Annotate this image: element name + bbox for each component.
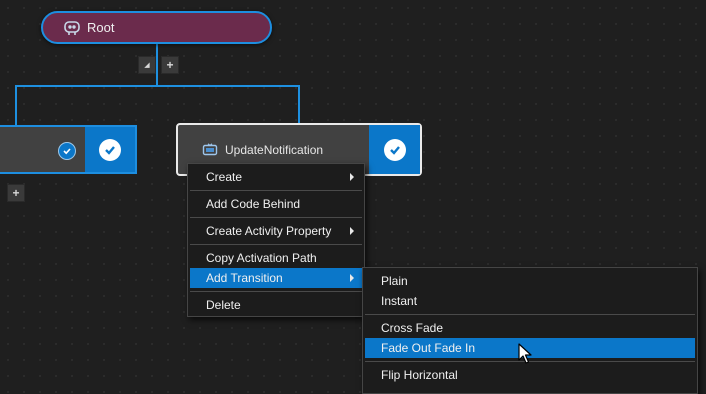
plus-icon: + — [166, 58, 174, 72]
connector-vertical-root — [156, 44, 158, 86]
menu-separator — [190, 244, 362, 245]
menu-item-add-code-behind[interactable]: Add Code Behind — [190, 194, 362, 214]
root-node-label: Root — [87, 20, 115, 35]
menu-item-label: Create — [206, 170, 243, 184]
submenu-arrow-icon — [350, 274, 354, 282]
left-activity-node[interactable] — [0, 125, 137, 174]
submenu-item-instant[interactable]: Instant — [365, 291, 695, 311]
submenu-arrow-icon — [350, 173, 354, 181]
check-circle-icon — [383, 138, 406, 161]
menu-item-label: Create Activity Property — [206, 224, 332, 238]
menu-separator — [190, 217, 362, 218]
connector-right-drop — [298, 85, 300, 125]
submenu-item-label: Cross Fade — [381, 321, 444, 335]
menu-item-create-activity-property[interactable]: Create Activity Property — [190, 221, 362, 241]
connector-left-drop — [15, 85, 17, 125]
connector-horizontal — [15, 85, 300, 87]
small-check-icon — [58, 142, 76, 160]
monitor-icon — [202, 142, 218, 155]
submenu-item-label: Instant — [381, 294, 418, 308]
submenu-item-flip-horizontal[interactable]: Flip Horizontal — [365, 365, 695, 385]
context-menu: Create Add Code Behind Create Activity P… — [187, 163, 365, 317]
menu-item-delete[interactable]: Delete — [190, 295, 362, 315]
check-circle-icon — [99, 138, 121, 161]
robot-icon — [64, 20, 80, 35]
menu-item-label: Add Transition — [206, 271, 283, 285]
menu-separator — [190, 190, 362, 191]
menu-item-label: Add Code Behind — [206, 197, 301, 211]
menu-item-copy-activation-path[interactable]: Copy Activation Path — [190, 248, 362, 268]
transition-submenu: Plain Instant Cross Fade Fade Out Fade I… — [362, 267, 698, 394]
submenu-arrow-icon — [350, 227, 354, 235]
root-node[interactable]: Root — [41, 11, 272, 44]
add-child-button[interactable]: + — [161, 56, 179, 74]
menu-item-label: Copy Activation Path — [206, 251, 317, 265]
collapse-button[interactable]: ◢ — [138, 56, 156, 74]
menu-separator — [365, 314, 695, 315]
submenu-item-plain[interactable]: Plain — [365, 271, 695, 291]
mouse-cursor-icon — [518, 343, 532, 364]
activate-toggle-left[interactable] — [85, 127, 135, 172]
selected-node-label: UpdateNotification — [225, 142, 324, 157]
collapse-triangle-icon: ◢ — [144, 61, 150, 69]
add-below-button[interactable]: + — [7, 184, 25, 202]
menu-item-add-transition[interactable]: Add Transition — [190, 268, 362, 288]
submenu-item-label: Plain — [381, 274, 408, 288]
submenu-item-label: Flip Horizontal — [381, 368, 458, 382]
activate-toggle-selected[interactable] — [369, 125, 420, 174]
plus-icon: + — [12, 186, 20, 200]
menu-item-create[interactable]: Create — [190, 167, 362, 187]
menu-item-label: Delete — [206, 298, 241, 312]
submenu-item-cross-fade[interactable]: Cross Fade — [365, 318, 695, 338]
submenu-item-label: Fade Out Fade In — [381, 341, 476, 355]
menu-separator — [190, 291, 362, 292]
